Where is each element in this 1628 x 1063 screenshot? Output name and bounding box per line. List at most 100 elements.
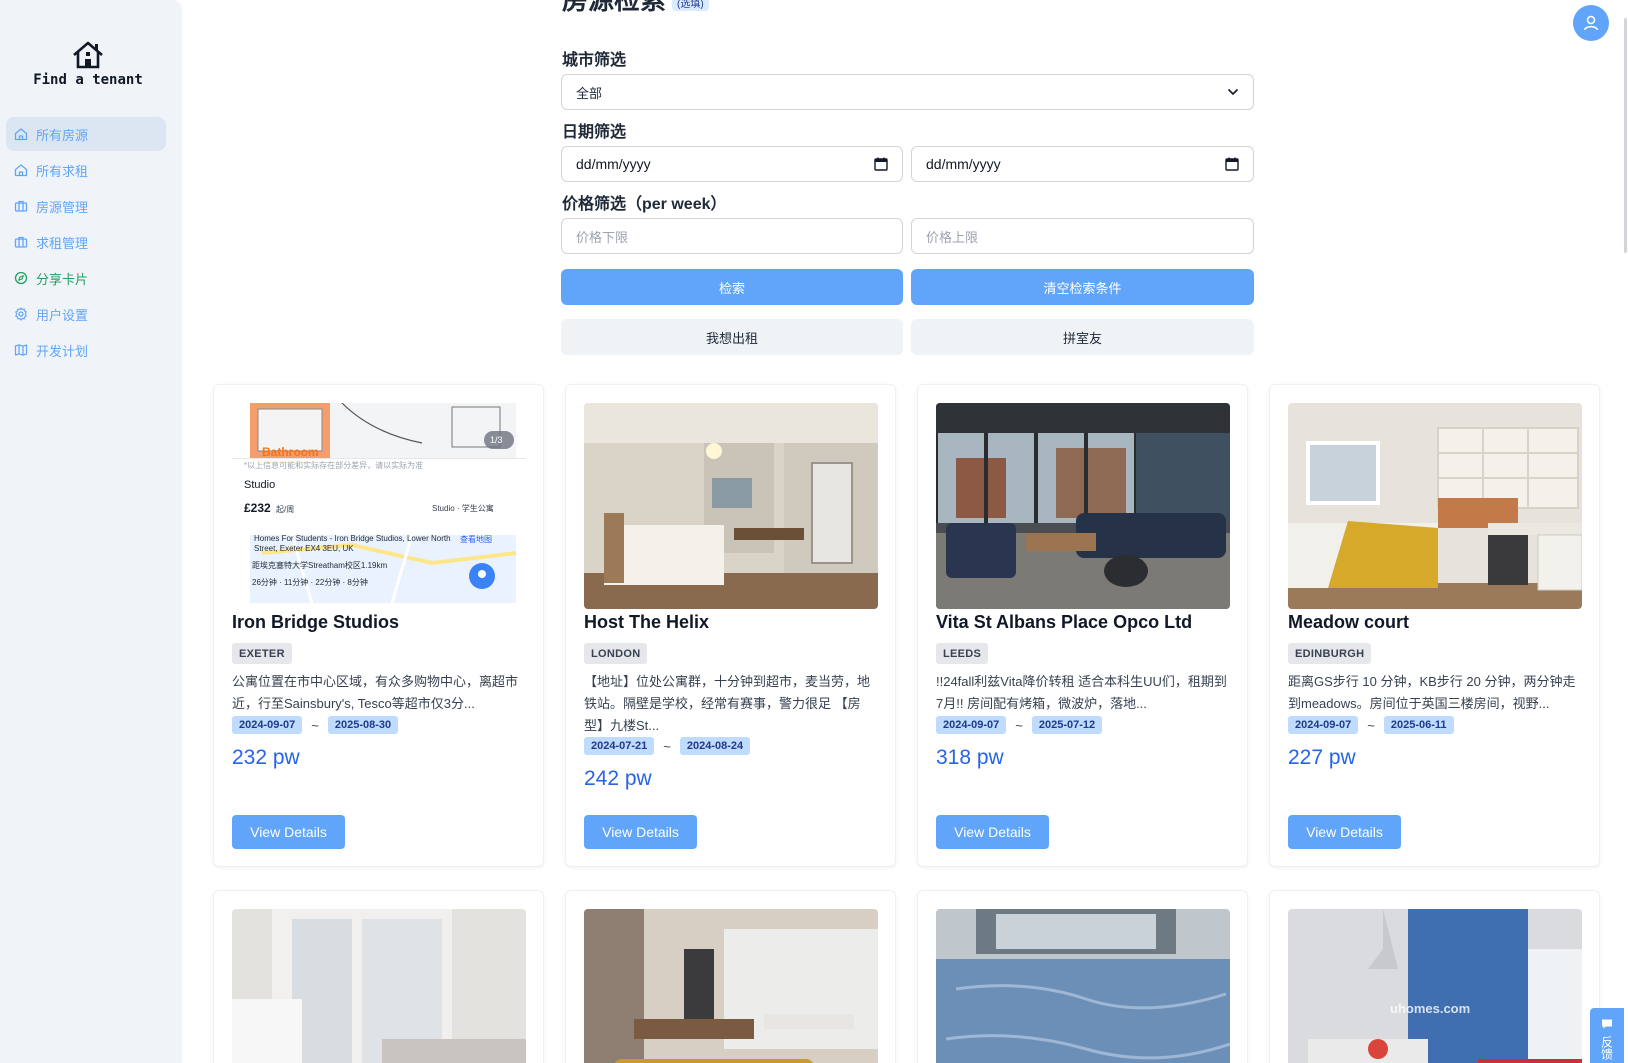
sidebar-item-all-requests[interactable]: 所有求租	[6, 153, 166, 187]
sidebar-item-user-settings[interactable]: 用户设置	[6, 297, 166, 331]
sidebar-item-label: 房源管理	[36, 199, 89, 215]
find-roommate-button[interactable]: 拼室友	[911, 319, 1254, 355]
app-logo[interactable]: Find a tenant	[0, 40, 176, 88]
view-details-button[interactable]: View Details	[1288, 815, 1401, 849]
sidebar-item-listing-management[interactable]: 房源管理	[6, 189, 166, 223]
date-separator: ~	[311, 717, 319, 733]
sidebar-item-label: 用户设置	[36, 307, 89, 323]
listing-title[interactable]: Host The Helix	[584, 612, 709, 633]
image-distance: 距埃克塞特大学Streatham校区1.19km	[252, 561, 388, 570]
listing-image[interactable]	[936, 403, 1230, 609]
home-icon	[14, 164, 28, 177]
mattress-photo-image	[936, 909, 1230, 1063]
search-button[interactable]: 检索	[561, 269, 903, 305]
image-address: Homes For Students - Iron Bridge Studios…	[254, 534, 451, 553]
date-from: 2024-07-21	[584, 737, 655, 755]
image-room-type: Studio	[244, 479, 276, 491]
listing-image[interactable]	[584, 403, 878, 609]
sidebar-item-label: 分享卡片	[36, 271, 89, 287]
listing-price: 227 pw	[1288, 746, 1356, 769]
listing-dates: 2024-07-21 ~ 2024-08-24	[584, 737, 751, 755]
studio-photo-image	[1288, 909, 1582, 1063]
listing-description: 距离GS步行 10 分钟，KB步行 20 分钟，两分钟走到meadows。房间位…	[1288, 674, 1576, 711]
start-date-value: dd/mm/yyyy	[576, 156, 651, 172]
chevron-down-icon	[1227, 88, 1239, 96]
listing-title[interactable]: Iron Bridge Studios	[232, 612, 399, 633]
feedback-label: 反馈	[1599, 1036, 1614, 1060]
end-date-input[interactable]: dd/mm/yyyy	[911, 146, 1254, 182]
calendar-icon[interactable]	[874, 157, 888, 171]
date-separator: ~	[1367, 717, 1375, 733]
listing-image[interactable]	[232, 909, 526, 1063]
date-to: 2025-07-12	[1031, 716, 1103, 734]
home-icon	[14, 128, 28, 141]
listing-price: 232 pw	[232, 746, 300, 769]
image-watermark: uhomes.com	[1390, 1001, 1471, 1016]
rent-out-button[interactable]: 我想出租	[561, 319, 903, 355]
listing-card: Meadow court EDINBURGH 距离GS步行 10 分钟，KB步行…	[1269, 384, 1600, 867]
sidebar-item-label: 所有房源	[36, 127, 89, 143]
user-icon	[1583, 15, 1599, 31]
listing-image[interactable]	[584, 909, 878, 1063]
user-menu-button[interactable]	[1573, 5, 1609, 41]
city-select-value: 全部	[576, 85, 603, 101]
calendar-icon[interactable]	[1225, 157, 1239, 171]
city-badge: EDINBURGH	[1288, 643, 1372, 664]
sidebar-item-label: 开发计划	[36, 343, 89, 359]
view-details-button[interactable]: View Details	[232, 815, 345, 849]
start-date-input[interactable]: dd/mm/yyyy	[561, 146, 903, 182]
image-map-link: 查看地图	[460, 535, 492, 544]
city-badge: LEEDS	[936, 643, 989, 664]
view-details-button[interactable]: View Details	[936, 815, 1049, 849]
gear-icon	[15, 307, 27, 321]
listing-description: 【地址】位处公寓群，十分钟到超市，麦当劳，地铁站。隔壁是学校，经常有赛事，警力很…	[584, 674, 871, 733]
listing-dates: 2024-09-07 ~ 2025-07-12	[936, 716, 1103, 734]
date-to: 2024-08-24	[679, 737, 751, 755]
min-price-input[interactable]: 价格下限	[561, 218, 903, 254]
price-filter-label: 价格筛选（per week）	[562, 196, 727, 213]
image-travel-times: 26分钟 · 11分钟 · 22分钟 · 8分钟	[252, 578, 368, 587]
feedback-button[interactable]: 反馈	[1590, 1008, 1624, 1063]
briefcase-icon	[14, 236, 28, 248]
listing-title[interactable]: Vita St Albans Place Opco Ltd	[936, 612, 1192, 633]
listing-image[interactable]	[1288, 403, 1582, 609]
min-price-placeholder: 价格下限	[576, 229, 629, 245]
listing-card: Host The Helix LONDON 【地址】位处公寓群，十分钟到超市，麦…	[565, 384, 896, 867]
listing-card	[565, 890, 896, 1063]
listing-dates: 2024-09-07 ~ 2025-08-30	[232, 716, 399, 734]
view-details-button[interactable]: View Details	[584, 815, 697, 849]
listing-image[interactable]: Bathroom 1/3 *以上信息可能和实际存在部分差异，请以实际为准 Stu…	[232, 403, 526, 609]
max-price-placeholder: 价格上限	[926, 229, 979, 245]
image-disclaimer: *以上信息可能和实际存在部分差异，请以实际为准	[244, 461, 424, 470]
sidebar-item-request-management[interactable]: 求租管理	[6, 225, 166, 259]
listing-card: Vita St Albans Place Opco Ltd LEEDS !!24…	[917, 384, 1248, 867]
city-select[interactable]: 全部	[561, 74, 1254, 110]
image-counter: 1/3	[490, 435, 503, 445]
listing-description: 公寓位置在市中心区域，有众多购物中心，离超市近，行至Sainsbury's, T…	[232, 674, 519, 711]
house-logo-icon	[73, 41, 103, 69]
listing-image[interactable]: uhomes.com	[1288, 909, 1582, 1063]
listing-image[interactable]	[936, 909, 1230, 1063]
clear-filters-button[interactable]: 清空检索条件	[911, 269, 1254, 305]
date-filter-label: 日期筛选	[562, 124, 627, 141]
page-title-text: 房源检索	[562, 0, 667, 15]
listing-card: Bathroom 1/3 *以上信息可能和实际存在部分差异，请以实际为准 Stu…	[213, 384, 544, 867]
listing-title[interactable]: Meadow court	[1288, 612, 1409, 633]
sidebar-item-dev-plan[interactable]: 开发计划	[6, 333, 166, 367]
chat-icon	[1602, 1019, 1612, 1029]
scrollbar-thumb[interactable]	[1624, 18, 1627, 253]
city-badge: LONDON	[584, 643, 648, 664]
listing-dates: 2024-09-07 ~ 2025-06-11	[1288, 716, 1454, 734]
listing-price: 318 pw	[936, 746, 1004, 769]
image-price-unit: 起/周	[276, 505, 295, 514]
living-room-photo-image	[584, 909, 878, 1063]
sidebar-item-share-card[interactable]: 分享卡片	[6, 261, 166, 295]
sidebar-item-all-listings[interactable]: 所有房源	[6, 117, 166, 151]
room-photo-image	[584, 403, 878, 609]
map-icon	[14, 344, 28, 356]
bedroom-photo-image	[1288, 403, 1582, 609]
listing-card	[917, 890, 1248, 1063]
lounge-photo-image	[936, 403, 1230, 609]
listing-card: uhomes.com	[1269, 890, 1600, 1063]
max-price-input[interactable]: 价格上限	[911, 218, 1254, 254]
